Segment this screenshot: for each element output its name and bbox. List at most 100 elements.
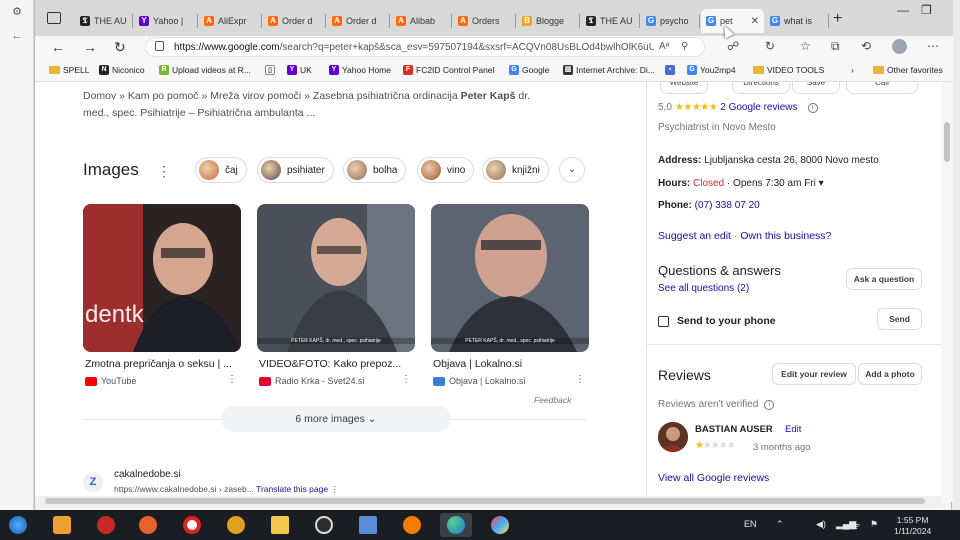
zoom-icon[interactable]: ⚲ bbox=[681, 41, 688, 52]
flag-icon[interactable]: ⚑ bbox=[870, 519, 878, 530]
tab-1[interactable]: 𝕿 THE AU bbox=[75, 9, 133, 33]
info-icon[interactable]: i bbox=[764, 399, 775, 410]
read-aloud-icon[interactable]: Aᵃ bbox=[659, 41, 669, 52]
related-search-chip[interactable]: vino bbox=[417, 157, 475, 183]
language-indicator[interactable]: EN bbox=[744, 519, 757, 529]
new-tab-button[interactable]: + bbox=[833, 11, 842, 27]
image-source-2[interactable]: Radio Krka - Svet24.si bbox=[259, 376, 365, 386]
tab-3[interactable]: A AliExpr bbox=[199, 9, 262, 33]
result-menu-icon[interactable]: ⋮ bbox=[330, 484, 339, 494]
bookmark-7[interactable]: F FC2ID Control Panel bbox=[403, 64, 494, 76]
related-search-chip[interactable]: knjižni bbox=[482, 157, 549, 183]
taskbar-media-player[interactable] bbox=[46, 513, 78, 537]
lock-icon[interactable] bbox=[155, 41, 164, 51]
tab-5[interactable]: A Order d bbox=[327, 9, 390, 33]
bookmark-13[interactable]: Other favorites bbox=[873, 64, 943, 76]
image-source-1[interactable]: YouTube bbox=[85, 376, 136, 386]
bookmark-9[interactable]: ▥ Internet Archive: Di... bbox=[563, 64, 655, 76]
more-images-button[interactable]: 6 more images ⌄ bbox=[221, 406, 451, 432]
more-menu-icon[interactable]: ⋯ bbox=[927, 39, 939, 53]
tab-4[interactable]: A Order d bbox=[263, 9, 326, 33]
website-button[interactable]: Website bbox=[660, 82, 708, 94]
minimize-icon[interactable]: — bbox=[897, 3, 909, 17]
collections-icon[interactable]: ⧉ bbox=[831, 39, 840, 54]
tab-6[interactable]: A Alibab bbox=[391, 9, 452, 33]
info-icon[interactable]: i bbox=[807, 102, 818, 113]
refresh-button[interactable]: ↻ bbox=[114, 39, 126, 55]
tab-10[interactable]: Gpsycho bbox=[641, 9, 700, 33]
image-source-3[interactable]: Objava | Lokalno.si bbox=[433, 376, 525, 386]
tab-7[interactable]: A Orders bbox=[453, 9, 516, 33]
feedback-link[interactable]: Feedback bbox=[534, 395, 571, 405]
reviewer-avatar[interactable] bbox=[658, 422, 688, 452]
image-title-2[interactable]: VIDEO&FOTO: Kako prepoz... bbox=[259, 358, 411, 370]
clock[interactable]: 1:55 PM 1/11/2024 bbox=[894, 515, 931, 537]
ask-question-button[interactable]: Ask a question bbox=[846, 268, 922, 290]
own-business-link[interactable]: Own this business? bbox=[740, 230, 831, 242]
tab-2[interactable]: Y Yahoo | bbox=[134, 9, 198, 33]
refresh-tool-icon[interactable]: ↻ bbox=[765, 39, 775, 53]
bookmark-4[interactable]: ▯ bbox=[265, 64, 275, 76]
image-3-menu-icon[interactable]: ⋮ bbox=[575, 374, 585, 385]
image-1-menu-icon[interactable]: ⋮ bbox=[227, 374, 237, 385]
image-title-3[interactable]: Objava | Lokalno.si bbox=[433, 358, 585, 370]
volume-icon[interactable]: ◀) bbox=[816, 519, 826, 530]
related-search-chip[interactable]: bolha bbox=[343, 157, 407, 183]
image-result-1[interactable]: dentk bbox=[83, 204, 241, 352]
bookmark-2[interactable]: N Niconico bbox=[99, 64, 145, 76]
vertical-scrollbar[interactable] bbox=[941, 82, 953, 502]
image-2-menu-icon[interactable]: ⋮ bbox=[401, 374, 411, 385]
review-edit-link[interactable]: Edit bbox=[785, 424, 801, 435]
result-site-name[interactable]: cakalnedobe.si bbox=[114, 469, 181, 480]
taskbar-opera[interactable] bbox=[176, 513, 208, 537]
image-result-2[interactable]: PETER KAPŠ, dr. med., spec. psihiatrije bbox=[257, 204, 415, 352]
history-icon[interactable]: ⟲ bbox=[861, 39, 871, 53]
favorites-icon[interactable]: ☆ bbox=[800, 39, 811, 53]
tab-9[interactable]: 𝕿 THE AU bbox=[581, 9, 640, 33]
result-url[interactable]: https://www.cakalnedobe.si › zaseb... Tr… bbox=[114, 484, 339, 495]
hours-row[interactable]: Hours: Closed · Opens 7:30 am Fri ▾ bbox=[658, 178, 824, 189]
chevron-right-icon[interactable]: › bbox=[851, 64, 854, 76]
extensions-icon[interactable]: ☍ bbox=[727, 39, 739, 53]
related-search-chip[interactable]: čaj bbox=[195, 157, 247, 183]
gear-icon[interactable]: ⚙ bbox=[11, 6, 23, 18]
bookmark-6[interactable]: Y Yahoo Home bbox=[329, 64, 391, 76]
taskbar-brave[interactable] bbox=[132, 513, 164, 537]
image-result-3[interactable]: PETER KAPŠ, dr. med., spec. psihiatrije bbox=[431, 204, 589, 352]
chevron-down-icon[interactable]: ⌄ bbox=[559, 157, 585, 183]
back-arrow-icon[interactable]: ← bbox=[11, 30, 23, 42]
bookmark-11[interactable]: G You2mp4 bbox=[687, 64, 736, 76]
add-photo-button[interactable]: Add a photo bbox=[858, 363, 922, 385]
google-reviews-link[interactable]: 2 Google reviews bbox=[720, 102, 797, 113]
scroll-thumb[interactable] bbox=[944, 122, 950, 162]
address-bar[interactable]: https://www.google.com/search?q=peter+ka… bbox=[145, 37, 705, 57]
bookmark-8[interactable]: G Google bbox=[509, 64, 549, 76]
call-button[interactable]: Call bbox=[846, 82, 918, 94]
taskbar-obs[interactable] bbox=[308, 513, 340, 537]
send-to-phone-row[interactable]: Send to your phone bbox=[658, 315, 776, 327]
tab-8[interactable]: B Blogge bbox=[517, 9, 580, 33]
see-all-questions-link[interactable]: See all questions (2) bbox=[658, 283, 749, 294]
translate-link[interactable]: Translate this page bbox=[256, 484, 328, 494]
tab-12[interactable]: Gwhat is bbox=[765, 9, 829, 33]
tab-actions-icon[interactable] bbox=[47, 12, 61, 24]
taskbar-edge[interactable] bbox=[440, 513, 472, 537]
horizontal-scrollbar[interactable] bbox=[35, 496, 941, 506]
suggest-edit-link[interactable]: Suggest an edit bbox=[658, 230, 731, 242]
directions-button[interactable]: Directions bbox=[732, 82, 790, 94]
back-button[interactable]: ← bbox=[51, 39, 65, 55]
chevron-up-icon[interactable]: ⌃ bbox=[776, 519, 784, 530]
url-text[interactable]: https://www.google.com/search?q=peter+ka… bbox=[174, 42, 654, 53]
taskbar-app-orange[interactable] bbox=[396, 513, 428, 537]
bookmark-1[interactable]: SPELL bbox=[49, 64, 89, 76]
edit-your-review-button[interactable]: Edit your review bbox=[772, 363, 856, 385]
image-title-1[interactable]: Zmotna prepričanja o seksu | ... bbox=[85, 358, 237, 370]
reviewer-name[interactable]: BASTIAN AUSER bbox=[695, 424, 773, 435]
taskbar-app-red[interactable] bbox=[90, 513, 122, 537]
taskbar-explorer[interactable] bbox=[264, 513, 296, 537]
maximize-icon[interactable]: ❐ bbox=[921, 3, 932, 17]
close-tab-icon[interactable]: ✕ bbox=[751, 16, 759, 27]
images-options-icon[interactable]: ⋮ bbox=[157, 163, 171, 180]
bookmark-10[interactable]: ▪ bbox=[665, 64, 675, 76]
bookmark-5[interactable]: Y UK bbox=[287, 64, 312, 76]
